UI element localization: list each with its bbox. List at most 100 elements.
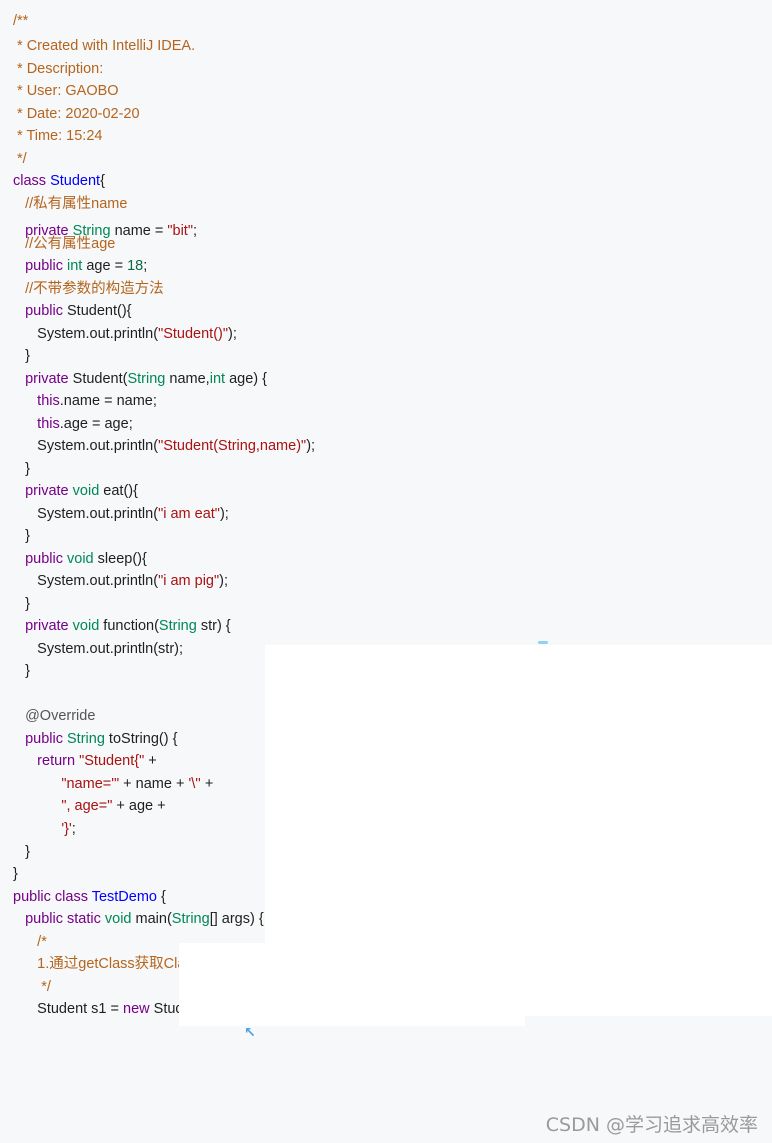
code-line: this.name = name;: [13, 392, 157, 410]
article-page: /** * Created with IntelliJ IDEA. * Desc…: [0, 0, 772, 1143]
white-overlay-strip: [179, 1016, 525, 1026]
code-line: //公有属性age: [13, 235, 115, 253]
code-line: }: [13, 843, 30, 861]
code-line: '}';: [13, 820, 75, 838]
code-token: +: [200, 776, 214, 792]
code-line: * User: GAOBO: [13, 82, 119, 100]
code-line: }: [13, 865, 18, 883]
code-token: "bit": [167, 223, 193, 239]
code-token: void: [72, 483, 100, 499]
code-token: System.out.println(str);: [13, 641, 184, 657]
code-token: */: [13, 151, 27, 167]
code-token: );: [228, 326, 237, 342]
code-line: * Created with IntelliJ IDEA.: [13, 37, 195, 55]
code-token: this: [37, 416, 60, 432]
cursor-icon: ↖: [244, 1025, 256, 1041]
code-line: */: [13, 978, 51, 996]
code-token: "Student()": [158, 326, 228, 342]
code-token: String: [171, 911, 210, 927]
code-line: System.out.println("Student(String,name)…: [13, 437, 315, 455]
code-token: new: [123, 1001, 150, 1017]
code-token: int: [209, 371, 226, 387]
code-token: "i am pig": [158, 573, 220, 589]
code-token: String: [158, 618, 197, 634]
code-token: .name = name;: [59, 393, 157, 409]
code-token: }: [13, 596, 30, 612]
code-token: Student(){: [67, 303, 132, 319]
white-overlay-panel: [265, 645, 772, 943]
code-token: );: [219, 573, 228, 589]
code-line: public int age = 18;: [13, 257, 147, 275]
code-token: }: [13, 461, 30, 477]
code-token: * Description:: [13, 61, 104, 77]
code-token: "Student{": [79, 753, 145, 769]
code-line: }: [13, 347, 30, 365]
code-token: 18: [127, 258, 144, 274]
code-token: ;: [192, 223, 198, 239]
code-token: + age +: [112, 798, 166, 814]
code-line: System.out.println("Student()");: [13, 325, 237, 343]
code-token: str) {: [196, 618, 231, 634]
code-token: System.out.println(: [13, 573, 159, 589]
code-line: this.age = age;: [13, 415, 133, 433]
code-token: //不带参数的构造方法: [13, 281, 164, 297]
code-line: //私有属性name: [13, 195, 127, 213]
code-line: public class TestDemo {: [13, 888, 166, 906]
code-token: @Override: [13, 708, 96, 724]
code-token: );: [306, 438, 316, 454]
code-token: public static: [25, 911, 105, 927]
code-token: * User: GAOBO: [13, 83, 119, 99]
code-token: name,: [165, 371, 210, 387]
code-token: public: [25, 551, 68, 567]
code-token: class: [13, 173, 51, 189]
code-line: class Student{: [13, 172, 105, 190]
code-token: eat(){: [99, 483, 138, 499]
code-token: private: [25, 483, 73, 499]
code-token: * Time: 15:24: [13, 128, 103, 144]
code-token: public: [25, 731, 68, 747]
code-token: System.out.println(: [13, 438, 159, 454]
code-line: @Override: [13, 707, 95, 725]
code-token: //私有属性name: [13, 196, 128, 212]
code-token: int: [67, 258, 83, 274]
code-token: ", age=": [61, 798, 113, 814]
code-token: this: [37, 393, 60, 409]
code-line: System.out.println("i am eat");: [13, 505, 229, 523]
code-token: }: [13, 866, 18, 882]
code-line: public Student(){: [13, 302, 132, 320]
code-token: void: [104, 911, 132, 927]
code-token: '}': [61, 821, 72, 837]
code-token: toString() {: [104, 731, 178, 747]
code-line: * Time: 15:24: [13, 127, 102, 145]
code-token: /*: [13, 934, 47, 950]
csdn-watermark: CSDN @学习追求高效率: [545, 1114, 758, 1136]
code-token: * Created with IntelliJ IDEA.: [13, 38, 196, 54]
code-token: }: [13, 528, 30, 544]
code-token: '\'': [188, 776, 201, 792]
code-token: +: [144, 753, 157, 769]
code-token: }: [13, 348, 30, 364]
code-token: Student(: [72, 371, 128, 387]
code-line: * Description:: [13, 60, 103, 78]
code-token: {: [100, 173, 105, 189]
code-token: main(: [131, 911, 172, 927]
code-line: }: [13, 460, 30, 478]
code-token: * Date: 2020-02-20: [13, 106, 140, 122]
code-token: {: [157, 889, 166, 905]
code-token: "Student(String,name)": [158, 438, 307, 454]
code-token: ;: [143, 258, 148, 274]
code-token: Student s1 =: [13, 1001, 124, 1017]
code-token: public: [25, 303, 68, 319]
white-overlay-panel-lower: [179, 943, 772, 1016]
code-token: public: [25, 258, 68, 274]
code-token: .age = age;: [59, 416, 133, 432]
code-line: public void sleep(){: [13, 550, 147, 568]
